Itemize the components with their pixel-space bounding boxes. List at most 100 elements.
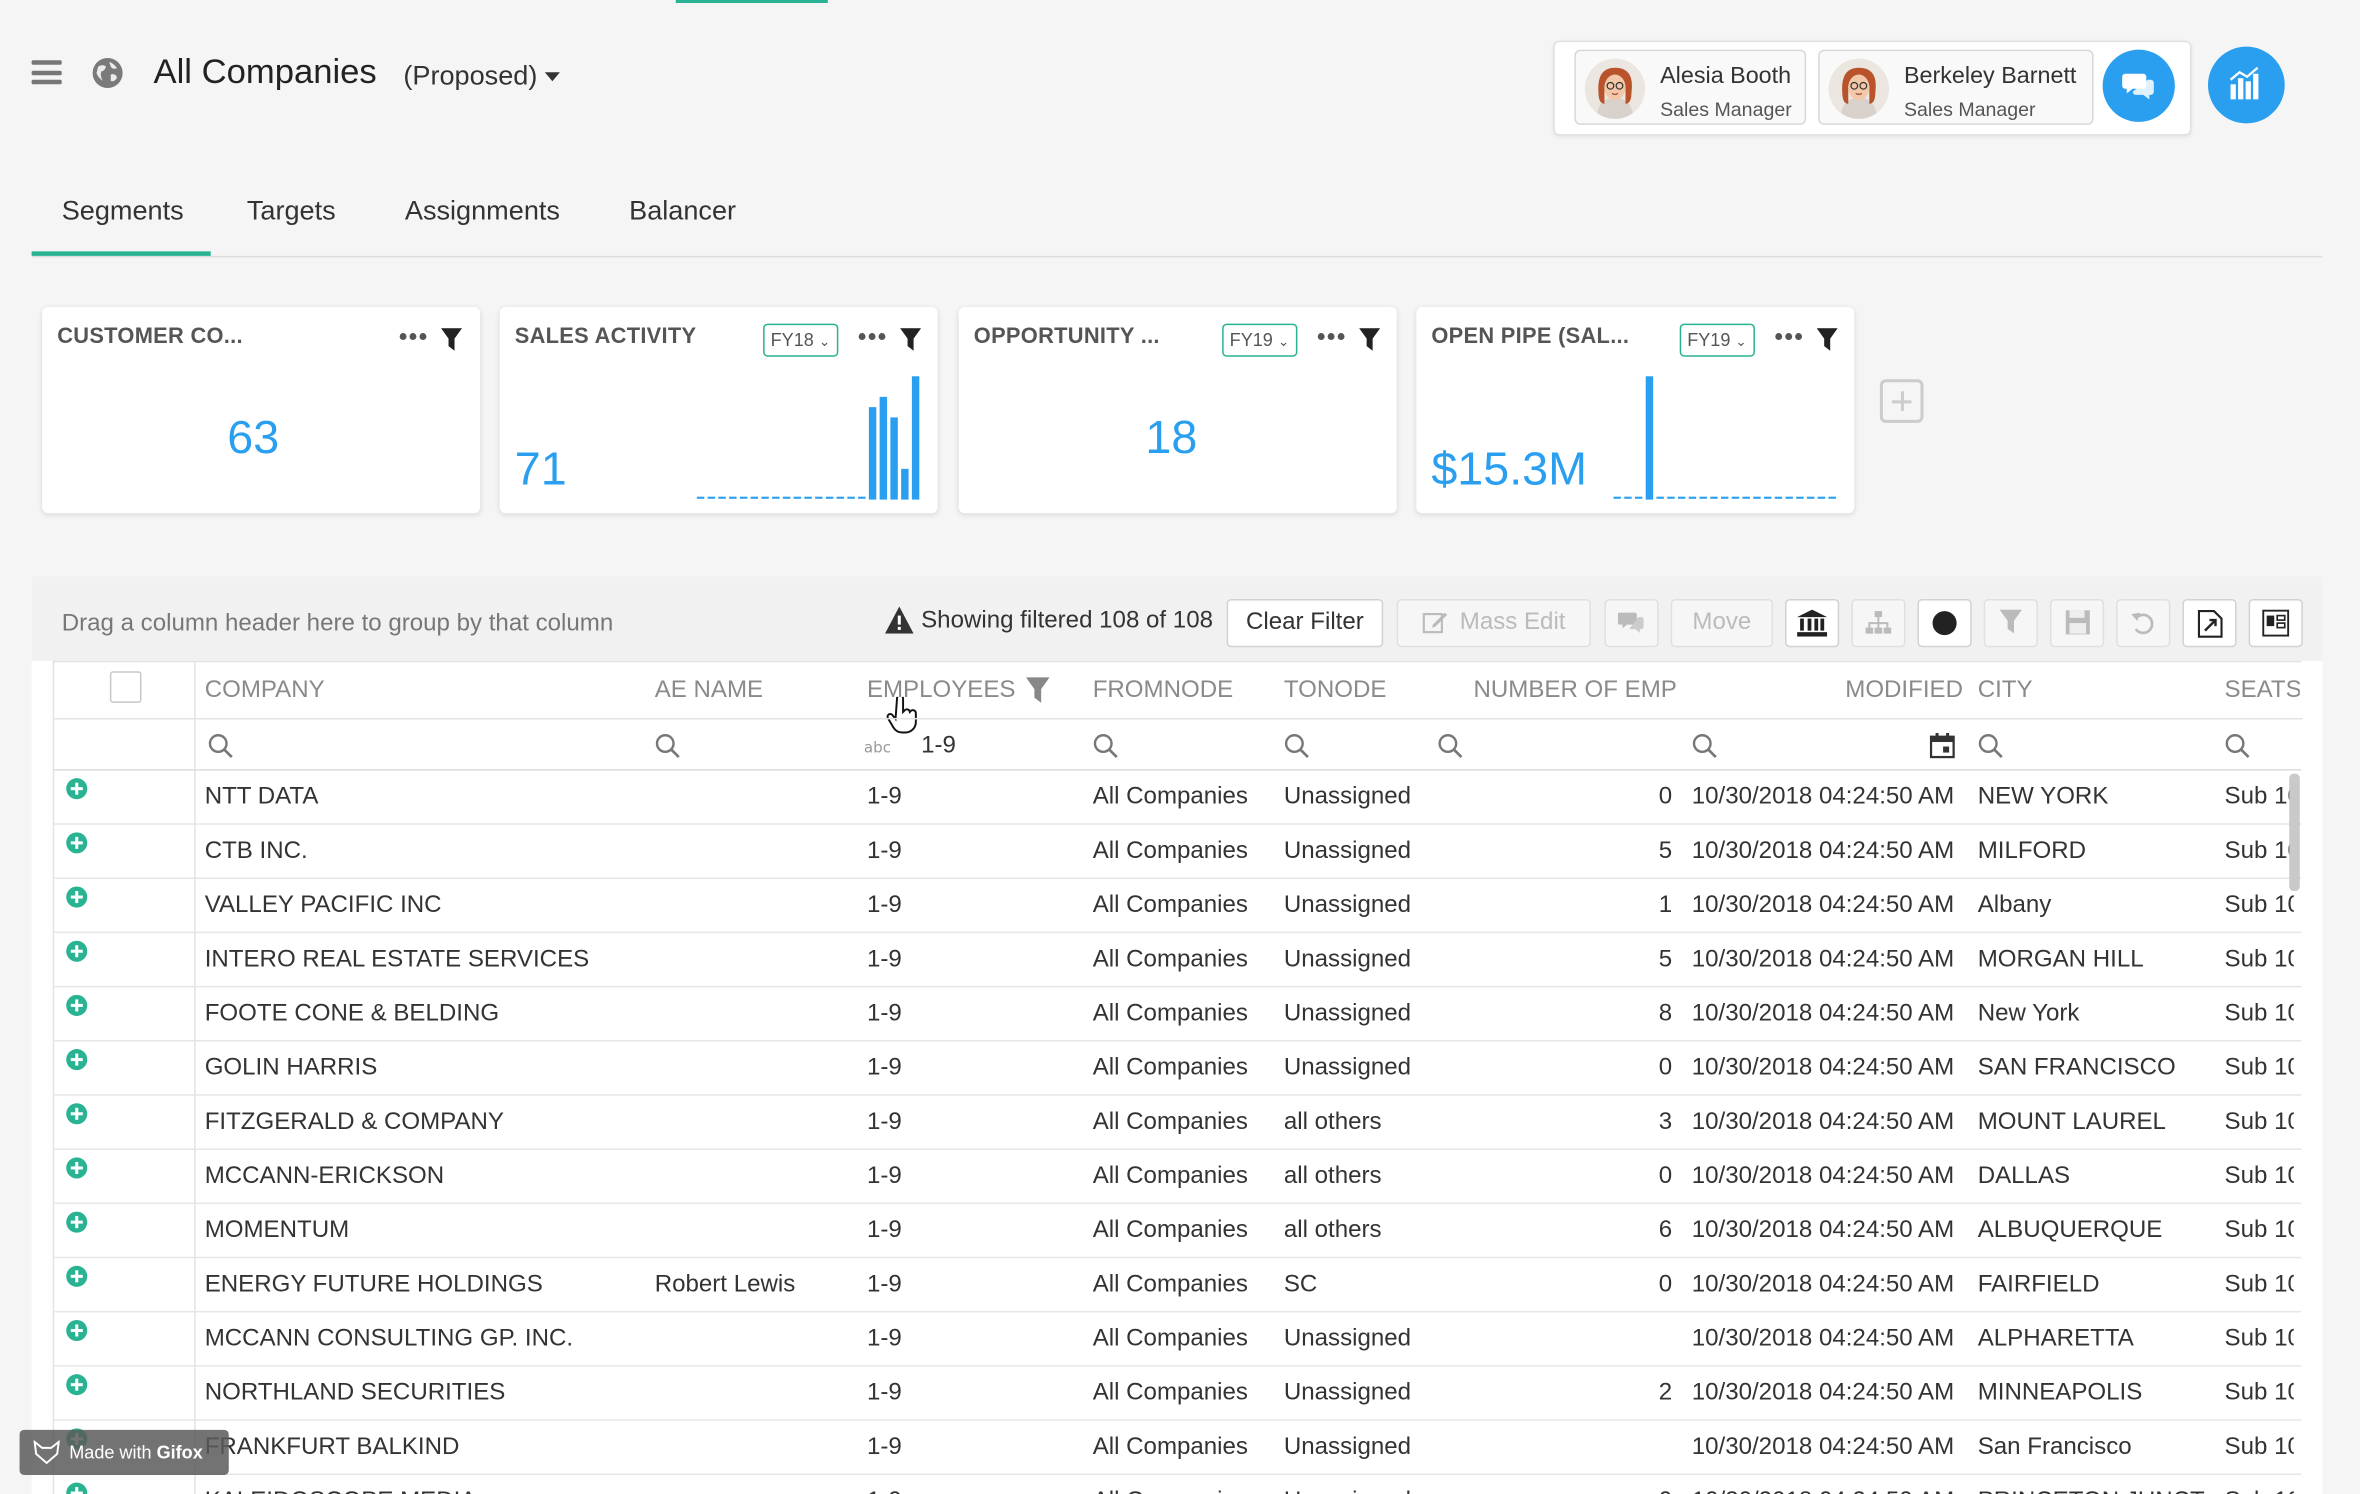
search-icon[interactable] [655,733,681,759]
select-all-checkbox[interactable] [109,671,142,703]
text-filter-icon[interactable]: abc [864,736,896,757]
move-button[interactable]: Move [1670,599,1774,648]
search-icon[interactable] [1284,733,1310,759]
column-header-number-of-emp[interactable]: NUMBER OF EMP [1473,677,1676,704]
save-button[interactable] [2049,599,2105,648]
widget-sales-activity[interactable]: SALES ACTIVITY FY18 ⌄ ••• 71 [499,307,938,514]
expand-row-icon[interactable] [66,1319,88,1342]
filter-icon[interactable] [440,328,463,352]
watermark-brand: Gifox [156,1441,203,1463]
fiscal-year-dropdown[interactable]: FY18 ⌄ [763,323,838,357]
table-row[interactable]: VALLEY PACIFIC INC 1-9 All Companies Unassi… [54,878,2302,934]
bank-icon [1797,609,1828,637]
calendar-icon[interactable] [1929,732,1956,759]
cell-employees: 1-9 [866,1271,902,1298]
record-button[interactable] [1917,599,1972,648]
comments-button[interactable] [1604,599,1659,648]
column-header-city[interactable]: CITY [1978,677,2033,704]
undo-button[interactable] [2116,599,2171,648]
table-row[interactable]: NORTHLAND SECURITIES 1-9 All Companies Unas… [54,1366,2302,1421]
search-icon[interactable] [208,733,234,759]
table-row[interactable]: FRANKFURT BALKIND 1-9 All Companies Unassig… [54,1420,2302,1475]
search-icon[interactable] [1978,733,2004,759]
more-options-icon[interactable]: ••• [399,325,429,352]
fiscal-year-dropdown[interactable]: FY19 ⌄ [1679,323,1755,357]
expand-row-icon[interactable] [66,832,88,854]
cell-fromnode: All Companies [1093,1489,1274,1494]
widget-open-pipe[interactable]: OPEN PIPE (SAL... FY19 ⌄ ••• $15.3M [1416,307,1855,514]
menu-icon[interactable] [31,60,62,85]
analytics-button[interactable] [2207,46,2285,124]
column-header-seats[interactable]: SEATS [2225,677,2300,704]
filter-icon[interactable] [900,328,922,352]
table-row[interactable]: KALEIDOSCOPE MEDIA 1-9 All Companies Unassi… [54,1474,2301,1494]
scenario-dropdown[interactable]: (Proposed) [403,60,560,92]
column-header-ae-name[interactable]: AE NAME [655,677,763,704]
column-header-modified[interactable]: MODIFIED [1845,677,1963,704]
chat-button[interactable] [2102,49,2175,122]
filter-icon[interactable] [1359,328,1381,352]
column-chooser-button[interactable] [2248,599,2303,648]
table-row[interactable]: CTB INC. 1-9 All Companies Unassigned 5 10/30… [54,824,2302,879]
expand-row-icon[interactable] [66,1265,88,1287]
column-header-company[interactable]: COMPANY [205,677,325,704]
column-header-fromnode[interactable]: FROMNODE [1093,677,1233,704]
column-header-tonode[interactable]: TONODE [1284,677,1387,704]
user-card-alesia[interactable]: Alesia Booth Sales Manager [1574,49,1807,125]
filter-icon[interactable] [1816,328,1838,352]
mass-edit-button[interactable]: Mass Edit [1396,599,1591,648]
table-row[interactable]: ENERGY FUTURE HOLDINGS Robert Lewis 1-9 All… [54,1258,2302,1313]
clear-filter-button[interactable]: Clear Filter [1226,599,1384,648]
table-row[interactable]: MCCANN CONSULTING GP. INC. 1-9 All Compani… [54,1312,2302,1367]
search-icon[interactable] [1093,733,1119,759]
table-row[interactable]: MOMENTUM 1-9 All Companies all others 6 10/30… [54,1204,2302,1259]
expand-row-icon[interactable] [66,940,88,962]
widget-opportunity[interactable]: OPPORTUNITY ... FY19 ⌄ ••• 18 [958,307,1397,514]
table-row[interactable]: INTERO REAL ESTATE SERVICES 1-9 All Compan… [54,933,2302,988]
expand-row-icon[interactable] [66,778,88,800]
fiscal-year-dropdown[interactable]: FY19 ⌄ [1222,323,1297,357]
search-icon[interactable] [2225,733,2251,759]
search-icon[interactable] [1692,733,1718,759]
export-button[interactable] [2182,599,2237,648]
table-row[interactable]: FITZGERALD & COMPANY 1-9 All Companies all … [54,1095,2302,1150]
territory-button[interactable] [1785,599,1840,648]
table-row[interactable]: FOOTE CONE & BELDING 1-9 All Companies Unas… [54,987,2302,1042]
column-divider [194,1474,196,1494]
expand-row-icon[interactable] [66,994,88,1016]
hierarchy-button[interactable] [1851,599,1906,648]
table-row[interactable]: NTT DATA 1-9 All Companies Unassigned 0 10/30… [54,770,2302,825]
expand-row-icon[interactable] [66,1482,88,1494]
expand-row-icon[interactable] [66,1157,88,1179]
expand-row-icon[interactable] [66,1103,88,1125]
expand-row-icon[interactable] [66,886,88,908]
cell-number-of-emp: 0 [1658,1271,1673,1298]
table-row[interactable]: MCCANN-ERICKSON 1-9 All Companies all other… [54,1149,2302,1205]
tab-targets[interactable]: Targets [247,196,336,228]
more-options-icon[interactable]: ••• [858,325,888,352]
cell-tonode: Unassigned [1283,892,1412,919]
expand-row-icon[interactable] [66,1211,88,1233]
tab-balancer[interactable]: Balancer [629,196,736,228]
add-widget-button[interactable] [1879,379,1924,423]
expand-row-icon[interactable] [66,1049,88,1071]
widget-customer-count[interactable]: CUSTOMER CO... ••• 63 [42,307,481,514]
tab-assignments[interactable]: Assignments [405,196,560,228]
vertical-scrollbar[interactable] [2289,773,2300,892]
group-by-drop-zone[interactable]: Drag a column header here to group by th… [62,611,614,638]
widget-value: $15.3M [1431,442,1587,496]
more-options-icon[interactable]: ••• [1775,325,1805,352]
globe-icon[interactable] [92,57,124,89]
cell-employees: 1-9 [866,1000,902,1027]
cell-modified: 10/30/2018 04:24:50 AM [1691,1055,1955,1081]
more-options-icon[interactable]: ••• [1317,325,1347,352]
funnel-icon [1999,609,2023,634]
widget-value: 71 [514,442,567,496]
table-row[interactable]: GOLIN HARRIS 1-9 All Companies Unassigned 0 1… [54,1041,2302,1096]
tab-segments[interactable]: Segments [62,196,184,228]
employees-filter-value[interactable]: 1-9 [921,733,956,760]
search-icon[interactable] [1437,733,1463,759]
expand-row-icon[interactable] [66,1374,88,1396]
user-card-berkeley[interactable]: Berkeley Barnett Sales Manager [1818,49,2094,125]
filter-button[interactable] [1983,599,2038,648]
